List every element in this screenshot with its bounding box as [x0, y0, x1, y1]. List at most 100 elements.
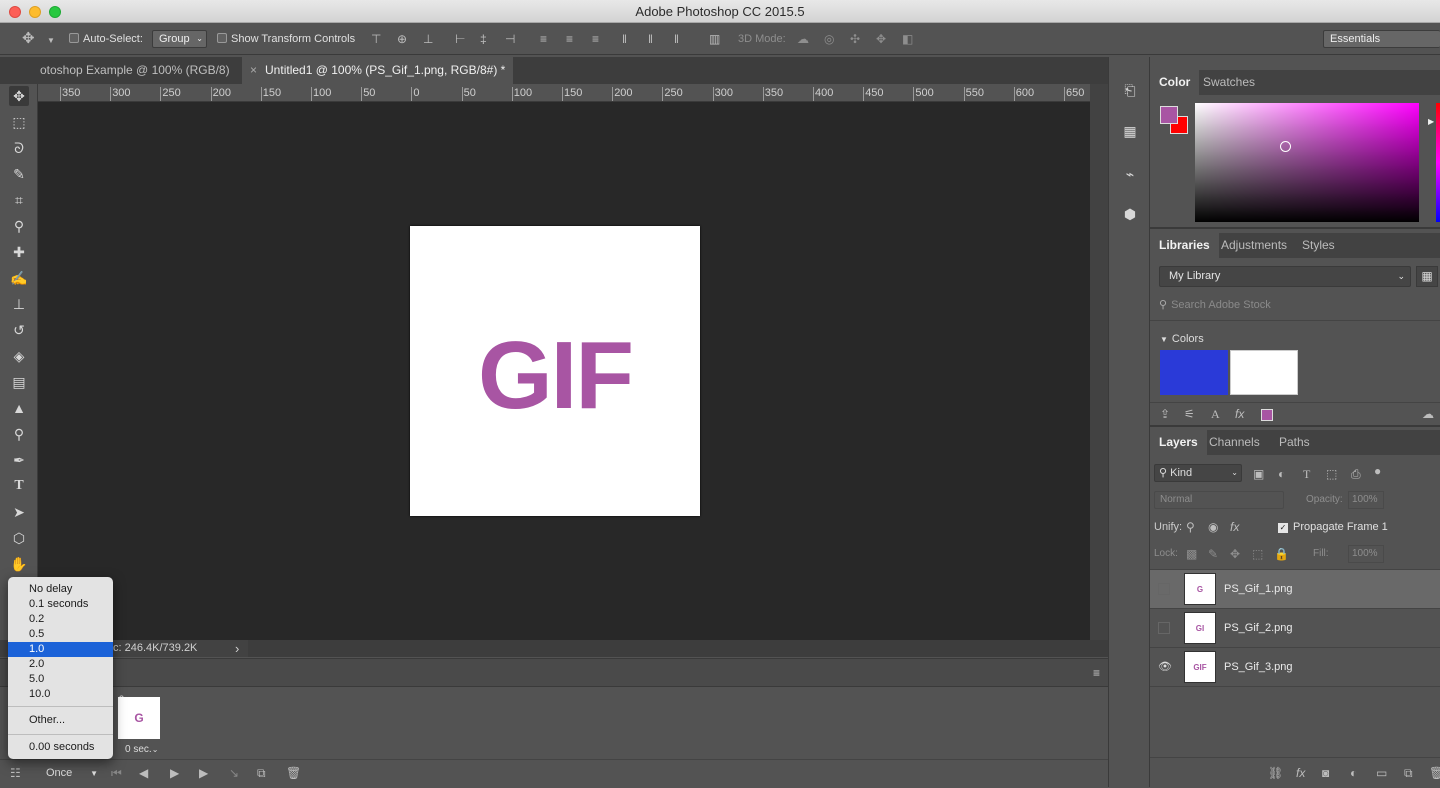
- visibility-toggle[interactable]: [1158, 583, 1170, 595]
- stock-search-input[interactable]: ⚲ Search Adobe Stock: [1159, 297, 1439, 314]
- 3d-icon[interactable]: ⬢: [1120, 204, 1140, 224]
- lock-artboard-icon[interactable]: ⬚: [1252, 547, 1263, 561]
- path-select-tool-icon[interactable]: ➤: [9, 502, 29, 522]
- link-layers-icon[interactable]: ⛓: [1268, 766, 1283, 780]
- filter-toggle-icon[interactable]: ●: [1374, 464, 1381, 478]
- move-tool-icon[interactable]: ✥: [9, 86, 29, 106]
- auto-select-dropdown[interactable]: Group ⌄: [152, 30, 207, 48]
- library-view-icon[interactable]: ▦: [1416, 266, 1438, 287]
- delay-option[interactable]: 0.1 seconds: [8, 597, 113, 612]
- workspace-dropdown[interactable]: Essentials: [1323, 30, 1440, 48]
- convert-timeline-icon[interactable]: ☷: [10, 766, 21, 780]
- library-color-blue[interactable]: [1160, 350, 1228, 395]
- distribute-left-icon[interactable]: ‖: [622, 32, 627, 46]
- hand-tool-icon[interactable]: ✋: [9, 554, 29, 574]
- tab-layers[interactable]: Layers: [1150, 430, 1207, 455]
- zoom-window-button[interactable]: [49, 6, 61, 18]
- healing-brush-tool-icon[interactable]: ✚: [9, 242, 29, 262]
- upload-icon[interactable]: ⇪: [1160, 407, 1170, 421]
- delay-option[interactable]: 5.0: [8, 672, 113, 687]
- animation-frame[interactable]: 3 G 0 sec.⌄: [115, 694, 163, 757]
- properties-icon[interactable]: ▦: [1120, 121, 1140, 141]
- color-picker-cursor[interactable]: [1280, 141, 1291, 152]
- tab-styles[interactable]: Styles: [1293, 233, 1344, 258]
- tab-color[interactable]: Color: [1150, 70, 1200, 95]
- pen-tool-icon[interactable]: ✒: [9, 450, 29, 470]
- creative-cloud-icon[interactable]: ☁: [1422, 407, 1434, 421]
- tab-adjustments[interactable]: Adjustments: [1212, 233, 1296, 258]
- layer-mask-icon[interactable]: ◙: [1322, 766, 1329, 780]
- move-tool-preset-icon[interactable]: ✥: [22, 31, 35, 46]
- library-color-white[interactable]: [1230, 350, 1298, 395]
- layer-row[interactable]: G PS_Gif_1.png: [1150, 570, 1440, 609]
- document-canvas[interactable]: GIF: [410, 226, 700, 516]
- delay-option[interactable]: No delay: [8, 582, 113, 597]
- type-tool-icon[interactable]: T: [9, 476, 29, 496]
- tab-swatches[interactable]: Swatches: [1194, 70, 1264, 95]
- layer-name[interactable]: PS_Gif_2.png: [1224, 609, 1293, 648]
- brush-tool-icon[interactable]: ✍: [9, 268, 29, 288]
- gradient-tool-icon[interactable]: ▤: [9, 372, 29, 392]
- layer-row[interactable]: GI PS_Gif_2.png: [1150, 609, 1440, 648]
- layer-style-icon[interactable]: fx: [1296, 766, 1305, 780]
- new-group-icon[interactable]: ▭: [1376, 766, 1387, 780]
- align-top-icon[interactable]: ⊤: [371, 32, 381, 46]
- add-layer-style-icon[interactable]: fx: [1235, 407, 1244, 421]
- duplicate-frame-icon[interactable]: ⧉: [257, 766, 266, 780]
- layer-filter-dropdown[interactable]: ⚲ Kind ⌄: [1154, 464, 1242, 482]
- blend-mode-dropdown[interactable]: Normal: [1154, 491, 1284, 509]
- new-layer-icon[interactable]: ⧉: [1404, 766, 1413, 780]
- distribute-right-icon[interactable]: ‖: [674, 32, 679, 46]
- filter-type-icon[interactable]: T: [1303, 467, 1310, 481]
- brushes-icon[interactable]: ⌁: [1120, 164, 1140, 184]
- tween-icon[interactable]: ↘: [229, 766, 239, 780]
- horizontal-scrollbar[interactable]: [248, 640, 1108, 657]
- align-hcenter-icon[interactable]: ‡: [480, 32, 487, 46]
- clone-stamp-tool-icon[interactable]: ⊥: [9, 294, 29, 314]
- delay-option[interactable]: 10.0: [8, 687, 113, 702]
- filter-pixel-icon[interactable]: ▣: [1253, 467, 1264, 481]
- delay-option[interactable]: 2.0: [8, 657, 113, 672]
- visibility-toggle[interactable]: [1158, 622, 1170, 634]
- align-left-icon[interactable]: ⊢: [455, 32, 465, 46]
- delete-layer-icon[interactable]: 🗑: [1429, 766, 1440, 780]
- minimize-window-button[interactable]: [29, 6, 41, 18]
- tab-libraries[interactable]: Libraries: [1150, 233, 1219, 258]
- roll-3d-icon[interactable]: ◎: [824, 32, 834, 46]
- unify-style-icon[interactable]: fx: [1230, 520, 1239, 534]
- history-brush-tool-icon[interactable]: ↺: [9, 320, 29, 340]
- propagate-frame-checkbox[interactable]: ✓ Propagate Frame 1: [1278, 521, 1388, 533]
- dodge-tool-icon[interactable]: ⚲: [9, 424, 29, 444]
- align-right-icon[interactable]: ⊣: [505, 32, 515, 46]
- foreground-color-swatch[interactable]: [1160, 106, 1178, 124]
- panel-menu-icon[interactable]: ≡: [1093, 666, 1100, 680]
- lasso-tool-icon[interactable]: ᘐ: [9, 138, 29, 158]
- layer-name[interactable]: PS_Gif_3.png: [1224, 648, 1293, 687]
- crop-tool-icon[interactable]: ⌗: [9, 190, 29, 210]
- opacity-input[interactable]: 100%: [1348, 491, 1384, 509]
- next-frame-icon[interactable]: ▶: [199, 766, 208, 780]
- unify-visibility-icon[interactable]: ◉: [1208, 520, 1218, 534]
- blur-tool-icon[interactable]: ▲: [9, 398, 29, 418]
- delay-option[interactable]: 0.2: [8, 612, 113, 627]
- unify-position-icon[interactable]: ⚲: [1186, 520, 1195, 534]
- scale-3d-icon[interactable]: ◧: [902, 32, 913, 46]
- chevron-down-icon[interactable]: ▼: [47, 34, 55, 48]
- lock-transparent-icon[interactable]: ▩: [1186, 547, 1197, 561]
- lock-pixels-icon[interactable]: ✎: [1208, 547, 1218, 561]
- orbit-3d-icon[interactable]: ☁: [797, 32, 809, 46]
- lock-position-icon[interactable]: ✥: [1230, 547, 1240, 561]
- loop-options-dropdown[interactable]: Once ▼: [36, 765, 100, 782]
- tab-untitled1[interactable]: × Untitled1 @ 100% (PS_Gif_1.png, RGB/8#)…: [242, 57, 514, 84]
- distribute-bottom-icon[interactable]: ≡: [592, 32, 599, 46]
- delay-option[interactable]: 0.5: [8, 627, 113, 642]
- align-vcenter-icon[interactable]: ⊕: [397, 32, 407, 46]
- library-dropdown[interactable]: My Library ⌄: [1159, 266, 1411, 287]
- frame-delay-dropdown[interactable]: 0 sec.⌄: [125, 744, 158, 755]
- tab-channels[interactable]: Channels: [1200, 430, 1269, 455]
- color-picker-field[interactable]: [1195, 103, 1419, 222]
- layer-name[interactable]: PS_Gif_1.png: [1224, 570, 1293, 609]
- previous-frame-icon[interactable]: ◀: [139, 766, 148, 780]
- first-frame-icon[interactable]: ⏮: [111, 766, 122, 780]
- slide-3d-icon[interactable]: ✥: [876, 32, 886, 46]
